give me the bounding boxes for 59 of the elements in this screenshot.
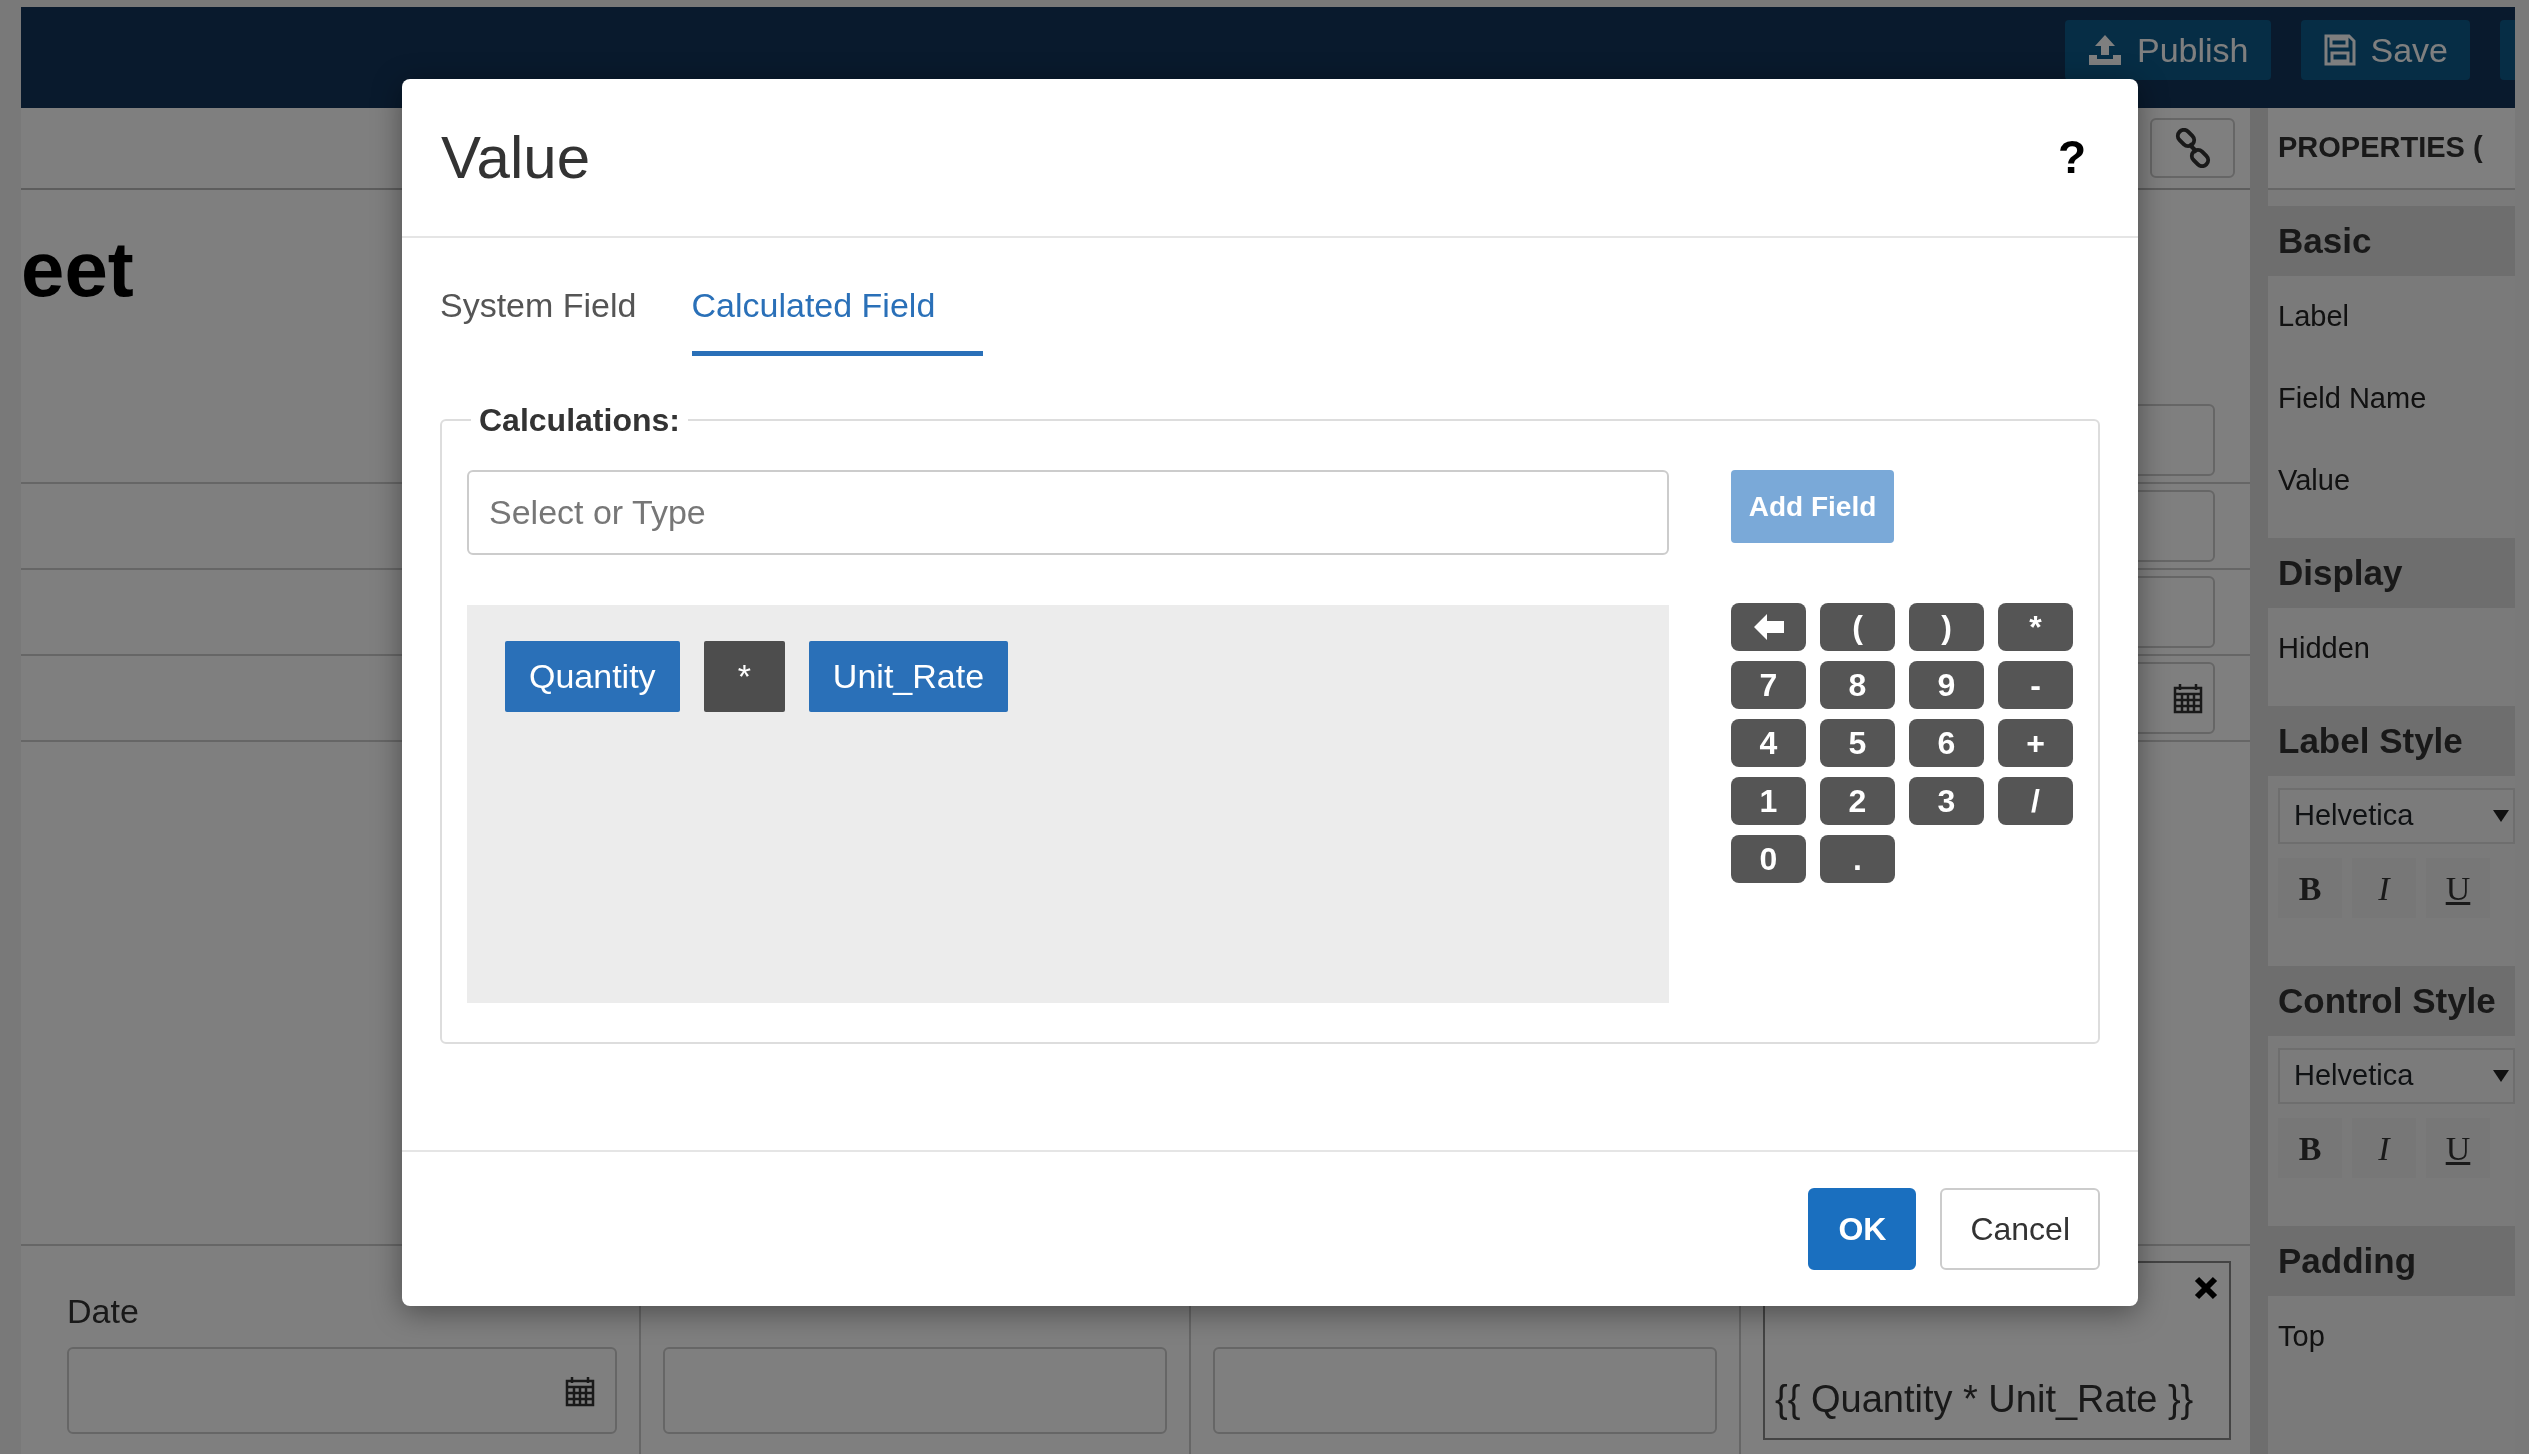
keypad-key[interactable]: 8 (1820, 661, 1895, 709)
operator-token[interactable]: * (703, 641, 785, 712)
section-header: Label Style (2268, 706, 2515, 776)
keypad-key[interactable]: . (1820, 835, 1895, 883)
keypad-key[interactable]: 9 (1909, 661, 1984, 709)
caret-icon (2493, 810, 2509, 822)
keypad-key[interactable]: 1 (1731, 777, 1806, 825)
keypad-key[interactable]: ( (1820, 603, 1895, 651)
section-header: Basic (2268, 206, 2515, 276)
section-header: Control Style (2268, 966, 2515, 1036)
keypad-key[interactable]: - (1998, 661, 2073, 709)
section-header: Padding (2268, 1226, 2515, 1296)
expression-field[interactable]: Select or Type (467, 470, 1669, 555)
publish-button[interactable]: Publish (2065, 20, 2271, 80)
keypad-key[interactable]: 7 (1731, 661, 1806, 709)
field-token[interactable]: Quantity (505, 641, 680, 712)
property-label: Field Name (2277, 381, 2428, 417)
date-field[interactable] (67, 1347, 617, 1434)
toolbar-button[interactable] (2500, 20, 2515, 80)
keypad-key[interactable]: ) (1909, 603, 1984, 651)
panel-title: PROPERTIES ( (2268, 108, 2515, 190)
keypad-key[interactable]: 4 (1731, 719, 1806, 767)
property-label: Value (2277, 463, 2352, 499)
close-icon[interactable] (2193, 1275, 2219, 1301)
font-select[interactable]: Helvetica (2278, 788, 2515, 844)
keypad-key[interactable]: 3 (1909, 777, 1984, 825)
field-label: Date (67, 1291, 140, 1332)
calendar-icon (2173, 682, 2203, 714)
link-button[interactable] (2150, 118, 2235, 178)
dialog-title: Value (441, 122, 590, 193)
keypad-key[interactable]: 2 (1820, 777, 1895, 825)
field-token[interactable]: Unit_Rate (808, 641, 1009, 712)
ok-button[interactable]: OK (1808, 1188, 1917, 1270)
keypad-key[interactable]: + (1998, 719, 2073, 767)
property-label: Top (2277, 1319, 2326, 1355)
property-label: Hidden (2277, 631, 2371, 667)
keypad-key[interactable]: 5 (1820, 719, 1895, 767)
help-button[interactable]: ? (2057, 123, 2086, 192)
input-field[interactable] (1213, 1347, 1717, 1434)
tab[interactable]: System Field (440, 260, 637, 356)
keypad-key[interactable]: * (1998, 603, 2073, 651)
keypad-key[interactable]: 0 (1731, 835, 1806, 883)
keypad-key[interactable]: / (1998, 777, 2073, 825)
font-select[interactable]: Helvetica (2278, 1048, 2515, 1104)
tab[interactable]: Calculated Field (691, 260, 984, 356)
caret-icon (2493, 1070, 2509, 1082)
input-field[interactable] (663, 1347, 1167, 1434)
backspace-key[interactable] (1731, 603, 1806, 651)
group-legend: Calculations: (471, 404, 688, 436)
property-label: Label (2277, 299, 2350, 335)
formula-text: {{ Quantity * Unit_Rate }} (1775, 1377, 2194, 1422)
calendar-icon (565, 1374, 595, 1407)
section-header: Display (2268, 538, 2515, 608)
upload-icon (2087, 33, 2123, 67)
cancel-button[interactable]: Cancel (1940, 1188, 2100, 1270)
scrollbar[interactable] (2250, 108, 2268, 1454)
keypad-key[interactable]: 6 (1909, 719, 1984, 767)
page-heading: eet (21, 230, 134, 308)
save-button[interactable]: Save (2300, 20, 2470, 80)
